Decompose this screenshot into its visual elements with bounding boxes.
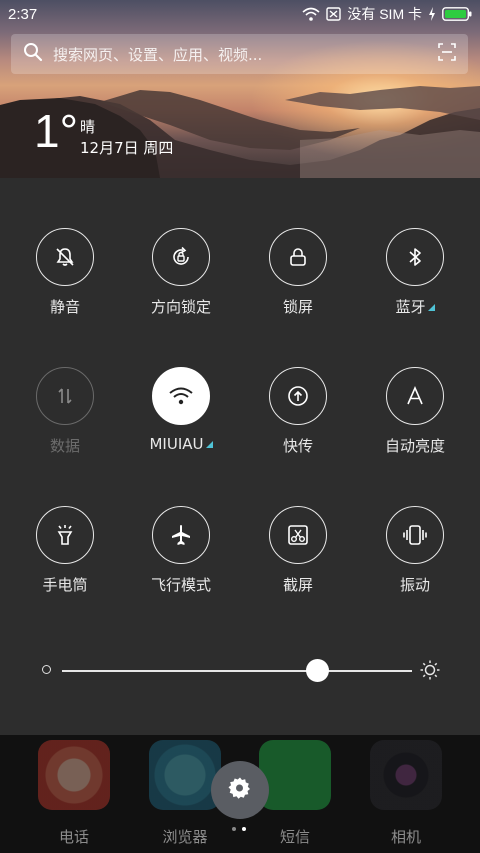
toggle-auto-brightness[interactable]: 自动亮度 xyxy=(365,367,465,456)
browser-app-icon xyxy=(149,740,221,810)
toggle-screenshot[interactable]: 截屏 xyxy=(248,506,348,595)
app-label: 相机 xyxy=(390,828,421,846)
toggle-label: 截屏 xyxy=(282,576,313,594)
quick-transfer-icon xyxy=(269,367,327,425)
toggle-lock-screen[interactable]: 锁屏 xyxy=(248,228,348,317)
dock-app-sms[interactable]: 短信 xyxy=(259,740,331,847)
wifi-icon xyxy=(152,367,210,425)
scan-icon[interactable] xyxy=(438,43,456,65)
toggle-vibrate[interactable]: 振动 xyxy=(365,506,465,595)
airplane-icon xyxy=(152,506,210,564)
search-icon xyxy=(23,42,43,66)
silent-bell-icon xyxy=(36,228,94,286)
toggle-label: 静音 xyxy=(49,298,80,316)
app-label: 浏览器 xyxy=(162,828,208,846)
toggle-label: 数据 xyxy=(49,437,80,455)
flashlight-icon xyxy=(36,506,94,564)
weather-date: 12月7日 周四 xyxy=(80,139,174,157)
toggle-quick-transfer[interactable]: 快传 xyxy=(248,367,348,456)
toggle-silent[interactable]: 静音 xyxy=(15,228,115,317)
sim-status-text: 没有 SIM 卡 xyxy=(347,6,422,22)
bluetooth-icon xyxy=(386,228,444,286)
phone-app-icon xyxy=(38,740,110,810)
no-sim-icon xyxy=(326,7,342,21)
app-label: 电话 xyxy=(58,828,89,846)
wifi-icon xyxy=(302,7,320,21)
toggle-airplane-mode[interactable]: 飞行模式 xyxy=(131,506,231,595)
rotation-lock-icon xyxy=(152,228,210,286)
data-arrows-icon xyxy=(36,367,94,425)
weather-temperature: 1° xyxy=(34,105,78,157)
toggle-label: 快传 xyxy=(282,437,313,455)
quick-settings-panel: 静音 方向锁定 锁屏 蓝牙 数据 MIUIAU 快传 自动亮度 手电筒 飞行模式… xyxy=(0,178,480,735)
brightness-track[interactable] xyxy=(62,670,412,672)
more-options-indicator xyxy=(205,441,213,448)
app-label: 短信 xyxy=(279,828,310,846)
toggle-label: 手电筒 xyxy=(42,576,88,594)
auto-brightness-icon xyxy=(386,367,444,425)
toggle-label: MIUIAU xyxy=(149,435,204,453)
dock-app-camera[interactable]: 相机 xyxy=(370,740,442,847)
more-options-indicator xyxy=(427,304,435,311)
brightness-low-icon xyxy=(42,665,51,674)
toggle-label: 蓝牙 xyxy=(395,298,426,316)
status-time: 2:37 xyxy=(8,5,38,23)
battery-icon xyxy=(442,7,472,21)
status-bar: 2:37 没有 SIM 卡 xyxy=(0,0,480,28)
toggle-bluetooth[interactable]: 蓝牙 xyxy=(365,228,465,317)
brightness-high-icon xyxy=(420,660,440,684)
status-icons: 没有 SIM 卡 xyxy=(302,4,472,24)
screenshot-icon xyxy=(269,506,327,564)
weather-condition: 晴 xyxy=(80,118,96,136)
toggle-label: 振动 xyxy=(399,576,430,594)
header-wallpaper: 2:37 没有 SIM 卡 搜索网页、设置、应用、视频... 1° 晴 12月7… xyxy=(0,0,480,178)
camera-app-icon xyxy=(370,740,442,810)
brightness-thumb[interactable] xyxy=(306,659,329,682)
gear-icon xyxy=(228,776,252,804)
dock-app-browser[interactable]: 浏览器 xyxy=(149,740,221,847)
search-bar[interactable]: 搜索网页、设置、应用、视频... xyxy=(11,34,468,74)
brightness-slider[interactable] xyxy=(40,655,440,685)
settings-button[interactable] xyxy=(211,761,269,819)
dock-app-phone[interactable]: 电话 xyxy=(38,740,110,847)
toggle-label: 飞行模式 xyxy=(150,576,211,594)
toggle-label: 锁屏 xyxy=(282,298,313,316)
toggle-label-with-menu: MIUIAU xyxy=(131,435,231,453)
search-input[interactable]: 搜索网页、设置、应用、视频... xyxy=(53,44,438,65)
page-dot xyxy=(232,827,236,831)
vibrate-icon xyxy=(386,506,444,564)
toggle-rotation-lock[interactable]: 方向锁定 xyxy=(131,228,231,317)
lock-icon xyxy=(269,228,327,286)
sms-app-icon xyxy=(259,740,331,810)
page-dot-active xyxy=(242,827,246,831)
toggle-flashlight[interactable]: 手电筒 xyxy=(15,506,115,595)
charging-icon xyxy=(428,7,436,21)
page-indicator xyxy=(232,827,246,831)
toggle-label: 自动亮度 xyxy=(384,437,445,455)
toggle-mobile-data[interactable]: 数据 xyxy=(15,367,115,456)
toggle-label: 方向锁定 xyxy=(150,298,211,316)
toggle-wifi[interactable]: MIUIAU xyxy=(131,367,231,453)
toggle-label-with-menu: 蓝牙 xyxy=(365,296,465,317)
